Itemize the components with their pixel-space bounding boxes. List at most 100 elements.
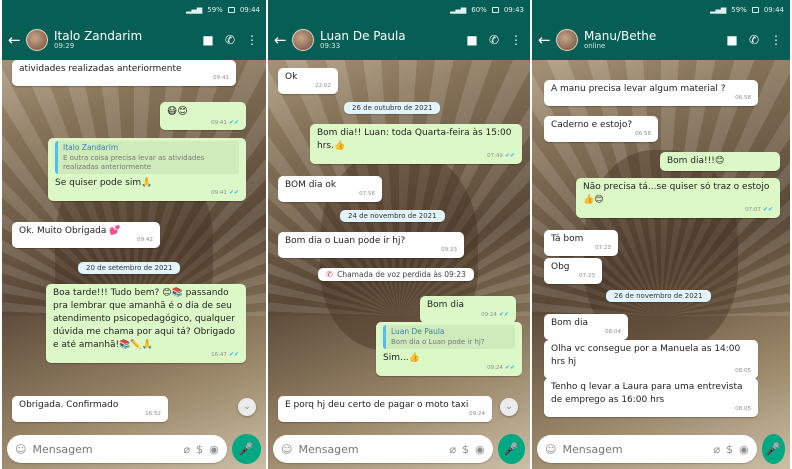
contact-avatar[interactable]: [292, 29, 314, 51]
video-call-icon[interactable]: ■: [724, 33, 740, 47]
menu-icon[interactable]: ⋮: [768, 33, 784, 47]
message-composer: ☺ ⌀ $ ◉ 🎤: [532, 429, 790, 469]
battery-icon: [491, 7, 499, 13]
message-outgoing[interactable]: Bom dia 09:24 ✔✔: [420, 296, 516, 324]
message-text: Tenho q levar a Laura para uma entrevist…: [551, 382, 743, 406]
payment-icon[interactable]: $: [196, 443, 203, 456]
payment-icon[interactable]: $: [462, 443, 469, 456]
mic-button[interactable]: 🎤: [497, 434, 525, 464]
message-time: 08:05: [735, 368, 751, 375]
message-incoming[interactable]: Tenho q levar a Laura para uma entrevist…: [544, 378, 758, 418]
missed-call-icon: ✆: [326, 270, 333, 279]
video-call-icon[interactable]: ■: [464, 33, 480, 47]
contact-info[interactable]: Italo Zandarim 09:29: [54, 28, 194, 51]
message-time: 16:52: [145, 411, 161, 418]
message-incoming[interactable]: Olha vc consegue por a Manuela as 14:00 …: [544, 340, 758, 380]
message-outgoing-reply[interactable]: Luan De Paula Bom dia o Luan pode ir hj?…: [376, 322, 522, 376]
message-time: 07:23: [595, 245, 611, 252]
message-outgoing[interactable]: Boa tarde!!! Tudo bem? 😊📚 passando pra l…: [46, 284, 246, 364]
message-outgoing-reply[interactable]: Italo Zandarim E outra coisa precisa lev…: [48, 138, 246, 202]
message-time: 09:41 ✔✔: [211, 118, 239, 126]
scroll-down-button[interactable]: ⌄: [238, 398, 256, 416]
message-input[interactable]: [298, 442, 444, 456]
chat-header: ← Manu/Bethe online ■ ✆ ⋮: [532, 20, 790, 60]
message-input[interactable]: [562, 442, 708, 456]
status-bar: ▂▄▆ 59% 09:44: [2, 0, 266, 20]
menu-icon[interactable]: ⋮: [244, 33, 260, 47]
message-text: 😷😊: [167, 106, 188, 117]
message-incoming[interactable]: Obrigada. Confirmado 16:52: [12, 396, 168, 423]
voice-call-icon[interactable]: ✆: [222, 33, 238, 47]
message-outgoing[interactable]: Não precisa tá...se quiser só traz o est…: [576, 178, 780, 219]
message-list[interactable]: A manu precisa levar algum material ? 06…: [532, 60, 790, 429]
message-input-bar[interactable]: ☺ ⌀ $ ◉: [273, 435, 493, 463]
voice-call-icon[interactable]: ✆: [486, 33, 502, 47]
camera-icon[interactable]: ◉: [209, 443, 219, 456]
message-incoming[interactable]: A manu precisa levar algum material ? 06…: [544, 80, 758, 107]
message-text: Se quiser pode sim🙏: [55, 178, 153, 189]
back-arrow-icon[interactable]: ←: [538, 31, 551, 49]
message-incoming[interactable]: E porq hj deu certo de pagar o moto taxi…: [278, 396, 492, 423]
message-text: A manu precisa levar algum material ?: [551, 84, 726, 94]
contact-name: Italo Zandarim: [54, 28, 143, 43]
contact-avatar[interactable]: [26, 29, 48, 51]
message-incoming[interactable]: atividades realizadas anteriormente 09:4…: [12, 60, 236, 87]
payment-icon[interactable]: $: [726, 443, 733, 456]
message-incoming[interactable]: Ok 22:02: [278, 68, 338, 95]
back-arrow-icon[interactable]: ←: [274, 31, 287, 49]
quoted-message[interactable]: Luan De Paula Bom dia o Luan pode ir hj?: [383, 325, 515, 349]
message-incoming[interactable]: Obg 07:23: [544, 258, 602, 285]
camera-icon[interactable]: ◉: [739, 443, 749, 456]
back-arrow-icon[interactable]: ←: [8, 31, 21, 49]
message-input-bar[interactable]: ☺ ⌀ $ ◉: [537, 435, 757, 463]
message-text: Caderno e estojo?: [551, 120, 633, 130]
message-time: 07:23: [579, 273, 595, 280]
battery-level: 59%: [207, 6, 223, 14]
message-text: Sim...👍: [383, 352, 420, 363]
contact-avatar[interactable]: [556, 29, 578, 51]
message-input-bar[interactable]: ☺ ⌀ $ ◉: [7, 435, 227, 463]
message-time: 08:05: [735, 406, 751, 413]
message-incoming[interactable]: Bom dia 08:04: [544, 314, 628, 341]
status-time: 09:44: [239, 6, 260, 14]
message-time: 16:47 ✔✔: [211, 351, 239, 359]
message-incoming[interactable]: BOM dia ok 07:56: [278, 176, 382, 203]
message-incoming[interactable]: Tá bom 07:23: [544, 230, 618, 257]
attach-icon[interactable]: ⌀: [713, 443, 720, 456]
message-input[interactable]: [32, 442, 178, 456]
contact-last-seen: 09:33: [320, 41, 341, 50]
video-call-icon[interactable]: ■: [200, 33, 216, 47]
message-text: Ok. Muito Obrigada 💕: [19, 226, 121, 236]
message-list[interactable]: atividades realizadas anteriormente 09:4…: [2, 60, 266, 429]
contact-info[interactable]: Manu/Bethe online: [584, 29, 718, 51]
menu-icon[interactable]: ⋮: [508, 33, 524, 47]
message-time: 07:07 ✔✔: [745, 206, 773, 214]
message-outgoing[interactable]: Bom dia!! Luan: toda Quarta-feira às 15:…: [310, 124, 522, 165]
emoji-icon[interactable]: ☺: [545, 443, 556, 456]
message-list[interactable]: Ok 22:02 26 de outubro de 2021 Bom dia!!…: [268, 60, 530, 429]
quoted-message[interactable]: Italo Zandarim E outra coisa precisa lev…: [55, 141, 239, 175]
message-time: 09:41 ✔✔: [211, 189, 239, 197]
attach-icon[interactable]: ⌀: [183, 443, 190, 456]
message-incoming[interactable]: Bom dia o Luan pode ir hj? 09:23: [278, 232, 464, 259]
message-text: BOM dia ok: [285, 180, 337, 190]
message-composer: ☺ ⌀ $ ◉ 🎤: [2, 429, 266, 469]
message-outgoing[interactable]: 😷😊 09:41 ✔✔: [160, 102, 246, 131]
battery-level: 60%: [471, 6, 487, 14]
mic-button[interactable]: 🎤: [761, 434, 785, 464]
camera-icon[interactable]: ◉: [475, 443, 485, 456]
emoji-icon[interactable]: ☺: [15, 443, 26, 456]
message-outgoing[interactable]: Bom dia!!!😊: [660, 152, 780, 172]
voice-call-icon[interactable]: ✆: [746, 33, 762, 47]
attach-icon[interactable]: ⌀: [449, 443, 456, 456]
contact-info[interactable]: Luan De Paula 09:33: [320, 29, 458, 51]
mic-button[interactable]: 🎤: [231, 434, 261, 464]
message-incoming[interactable]: Ok. Muito Obrigada 💕 09:42: [12, 222, 160, 249]
emoji-icon[interactable]: ☺: [281, 443, 292, 456]
missed-call-notice: ✆ Chamada de voz perdida às 09:23: [318, 268, 474, 281]
message-incoming[interactable]: Caderno e estojo? 06:58: [544, 116, 658, 143]
chat-header: ← Luan De Paula 09:33 ■ ✆ ⋮: [268, 20, 530, 60]
scroll-down-button[interactable]: ⌄: [500, 398, 518, 416]
signal-icon: ▂▄▆: [710, 6, 727, 14]
message-time: 09:41: [213, 75, 229, 82]
